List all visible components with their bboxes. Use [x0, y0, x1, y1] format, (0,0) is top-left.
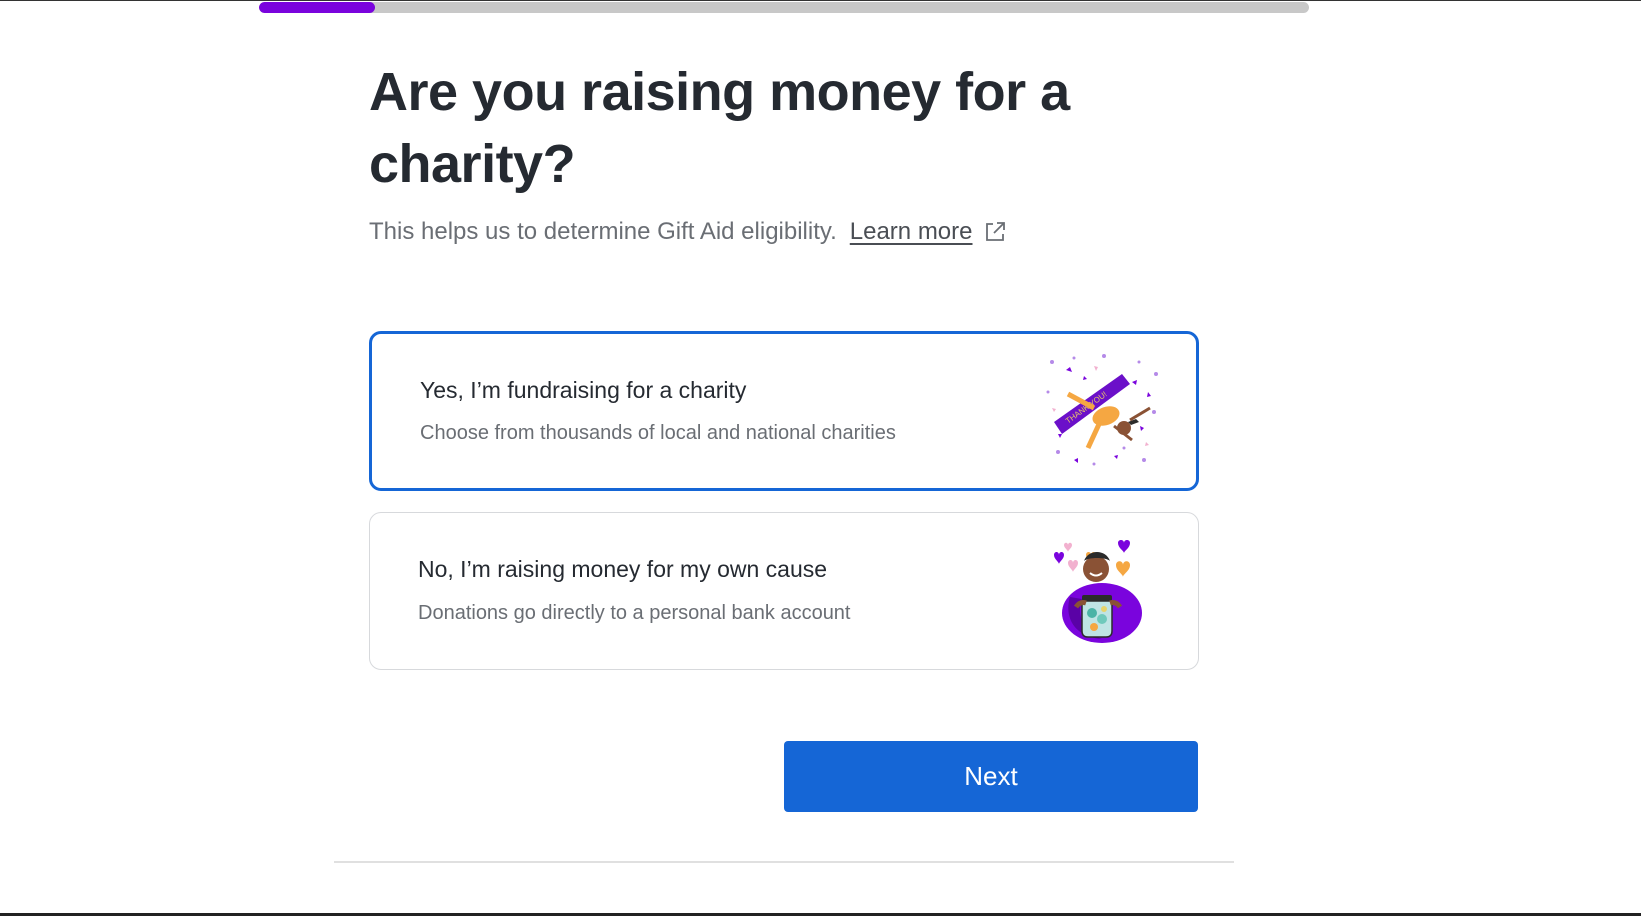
- progress-bar: [259, 2, 1309, 13]
- option-charity-card[interactable]: Yes, I’m fundraising for a charity Choos…: [369, 331, 1199, 491]
- learn-more-link[interactable]: Learn more: [850, 218, 973, 246]
- external-link-icon[interactable]: [983, 220, 1007, 244]
- footer-divider: [334, 861, 1234, 863]
- option-charity-title: Yes, I’m fundraising for a charity: [420, 377, 747, 403]
- option-own-cause-card[interactable]: No, I’m raising money for my own cause D…: [369, 512, 1199, 670]
- option-charity-description: Choose from thousands of local and natio…: [420, 422, 896, 444]
- donation-jar-illustration-icon: [1054, 540, 1142, 643]
- next-button[interactable]: Next: [784, 741, 1198, 812]
- window-top-edge: [0, 0, 1641, 1]
- page-subtitle: This helps us to determine Gift Aid elig…: [369, 218, 1007, 246]
- progress-bar-fill: [259, 2, 375, 13]
- option-own-cause-title: No, I’m raising money for my own cause: [418, 556, 828, 582]
- thank-you-illustration-icon: THANK YOU!: [1046, 354, 1158, 466]
- page-title: Are you raising money for a charity?: [369, 62, 1070, 194]
- option-own-cause-description: Donations go directly to a personal bank…: [418, 602, 851, 624]
- subtitle-text: This helps us to determine Gift Aid elig…: [369, 218, 837, 245]
